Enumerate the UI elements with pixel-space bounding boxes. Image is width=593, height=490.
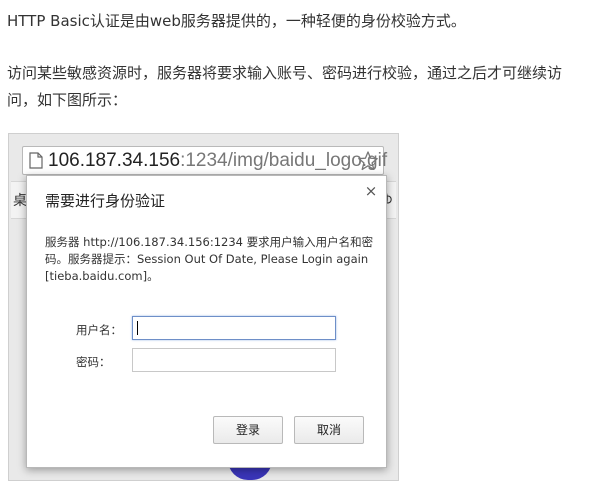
browser-screenshot-figure: 桌 ゆ 106.187.34.156:1234/img/baidu_logo.g… bbox=[8, 133, 399, 481]
url-host: 106.187.34.156 bbox=[48, 150, 181, 171]
password-input[interactable] bbox=[132, 348, 336, 372]
dialog-title: 需要进行身份验证 bbox=[45, 192, 166, 210]
login-button[interactable]: 登录 bbox=[213, 416, 283, 444]
dialog-message: 服务器 http://106.187.34.156:1234 要求用户输入用户名… bbox=[45, 235, 374, 283]
background-text-left: 桌 bbox=[13, 193, 27, 209]
text-caret bbox=[137, 321, 138, 335]
password-label: 密码： bbox=[76, 355, 111, 369]
cancel-button[interactable]: 取消 bbox=[294, 416, 364, 444]
close-icon[interactable]: × bbox=[362, 182, 380, 200]
intro-paragraph: HTTP Basic认证是由web服务器提供的，一种轻便的身份校验方式。 bbox=[7, 12, 466, 30]
bookmark-star-icon[interactable] bbox=[357, 150, 379, 172]
description-paragraph: 访问某些敏感资源时，服务器将要求输入账号、密码进行校验，通过之后才可继续访问，如… bbox=[7, 64, 563, 109]
auth-dialog: 需要进行身份验证 × 服务器 http://106.187.34.156:123… bbox=[26, 175, 387, 468]
page-icon bbox=[29, 152, 43, 169]
username-label: 用户名： bbox=[76, 323, 122, 337]
username-input[interactable] bbox=[132, 316, 336, 340]
address-bar[interactable]: 106.187.34.156:1234/img/baidu_logo.gif bbox=[22, 146, 387, 175]
url-text[interactable]: 106.187.34.156:1234/img/baidu_logo.gif bbox=[48, 149, 387, 173]
